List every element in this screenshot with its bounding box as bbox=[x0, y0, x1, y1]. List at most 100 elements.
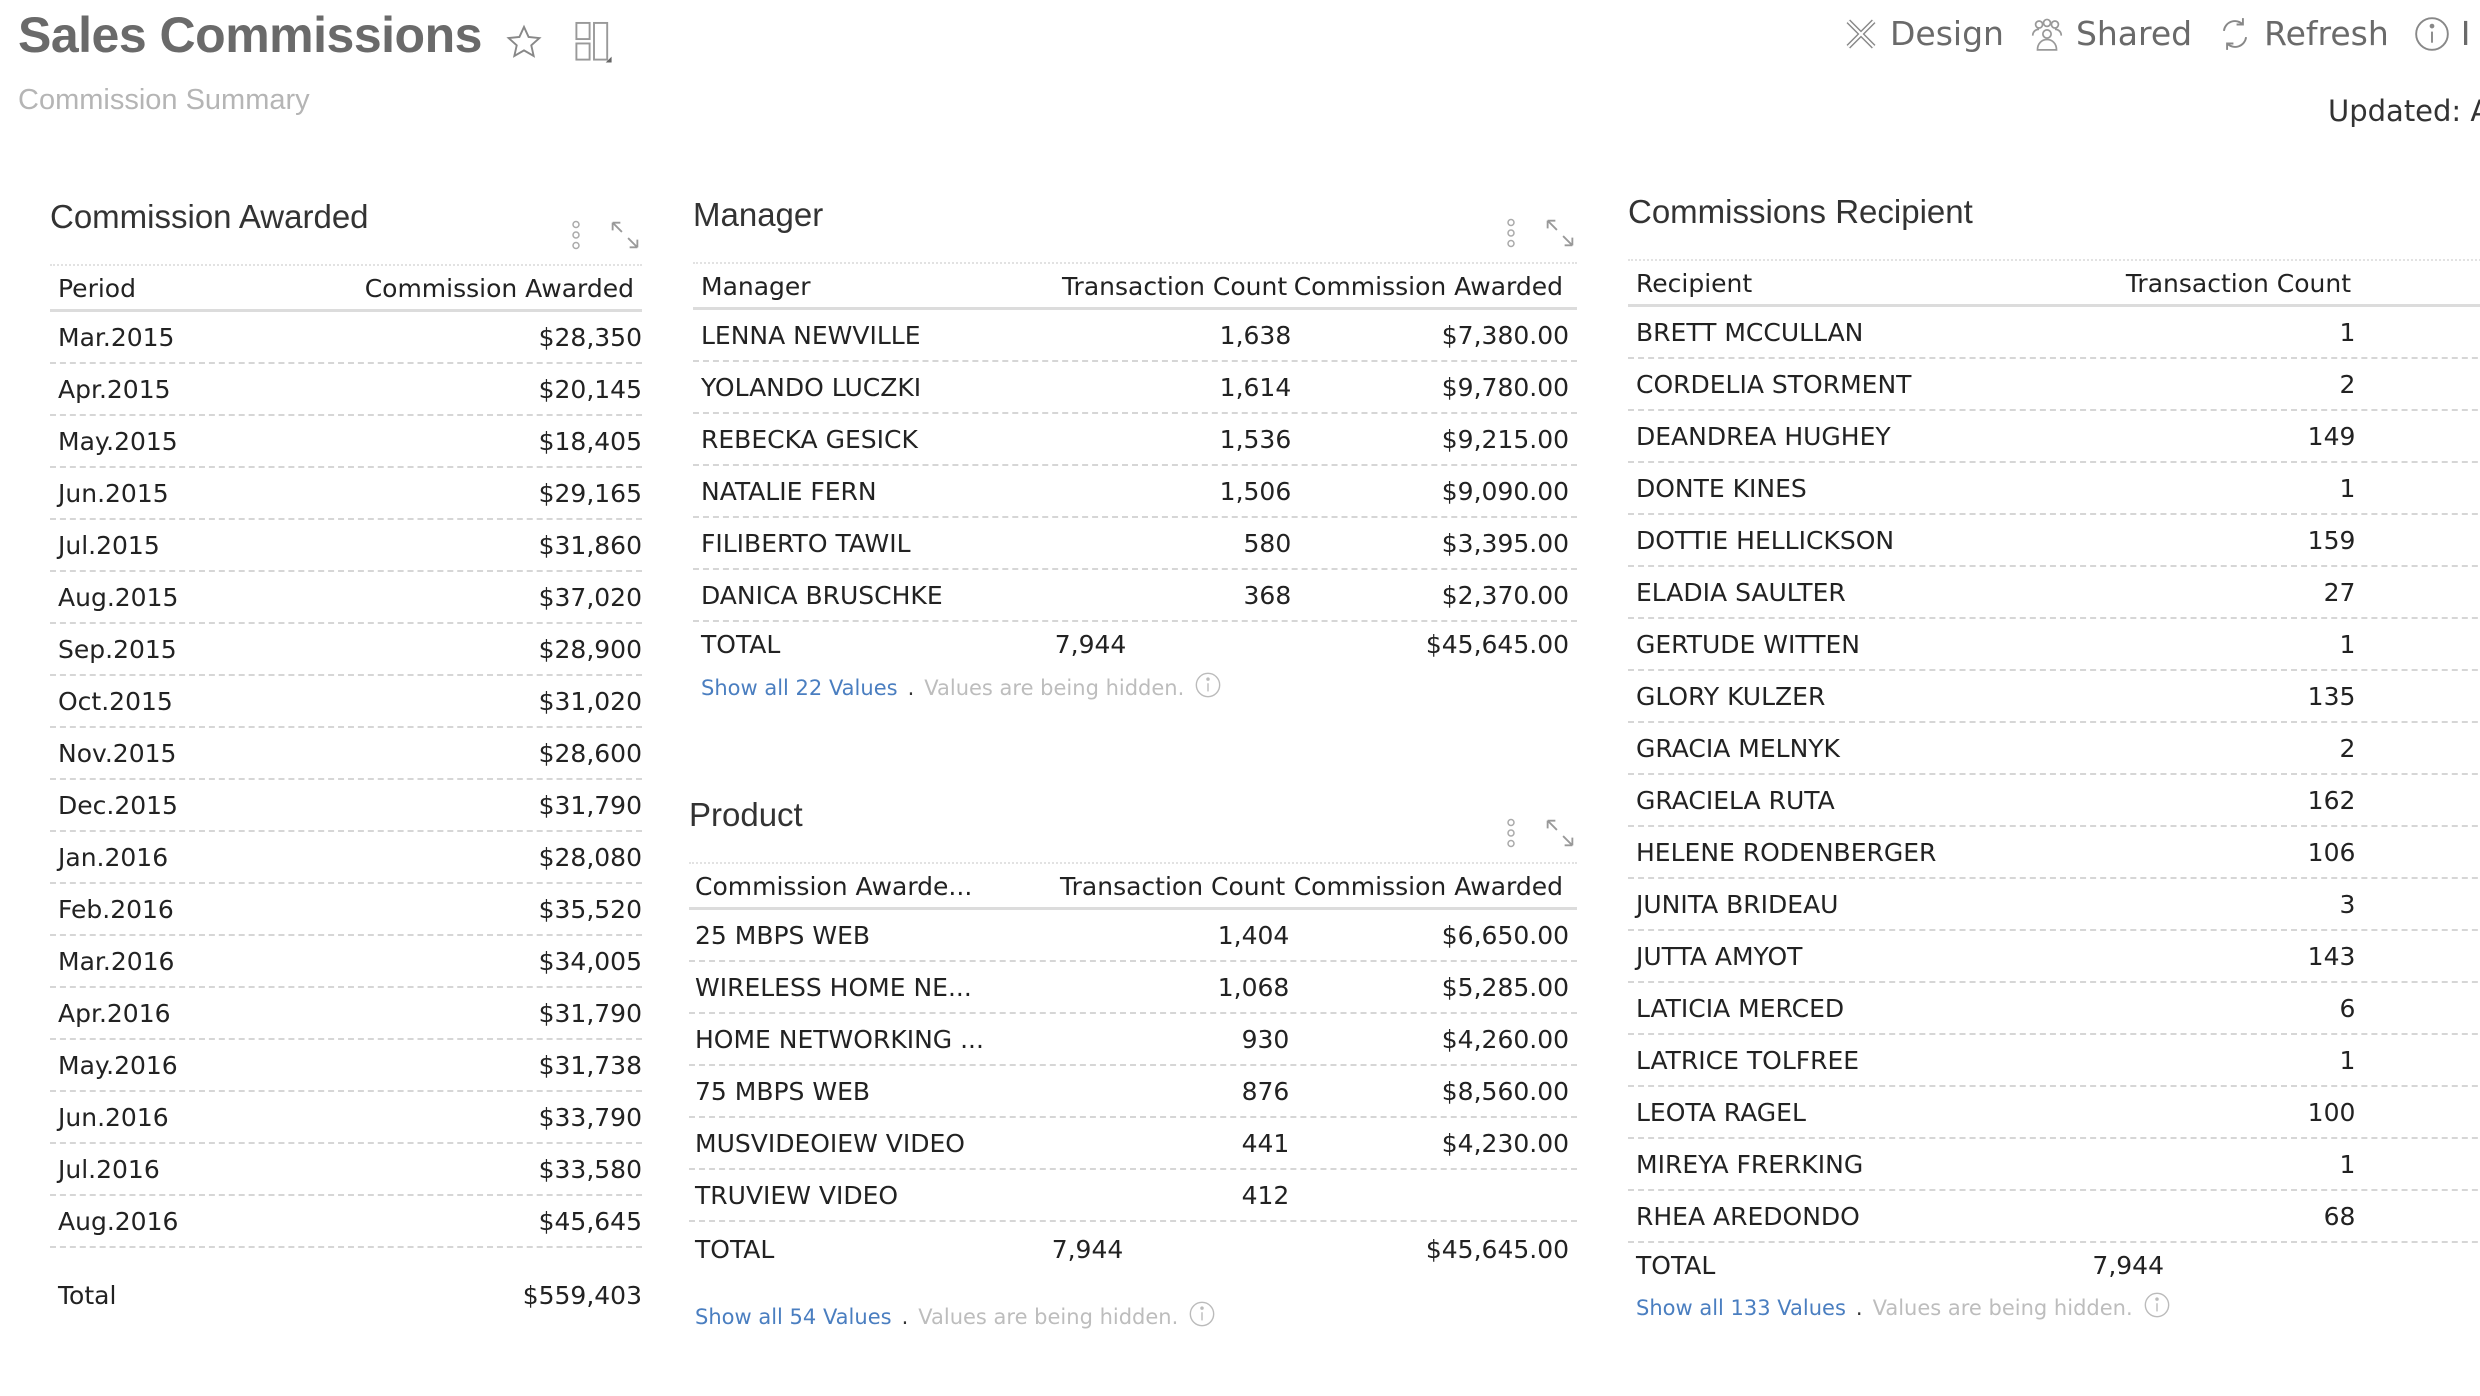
table-row[interactable]: Nov.2015 $28,600 bbox=[50, 728, 642, 780]
expand-icon[interactable] bbox=[1543, 816, 1577, 854]
total-row: TOTAL 7,944 $45,645.00 bbox=[689, 1227, 1577, 1271]
recipient-name-cell: DEANDREA HUGHEY bbox=[1636, 421, 1891, 451]
panel-menu-icon[interactable] bbox=[1505, 816, 1517, 854]
table-row[interactable]: LATRICE TOLFREE 1 bbox=[1628, 1035, 2480, 1087]
manager-name-cell: NATALIE FERN bbox=[701, 476, 877, 506]
transaction-count-cell: 68 bbox=[2323, 1201, 2356, 1231]
panel-menu-icon[interactable] bbox=[570, 218, 582, 256]
table-row[interactable]: GERTUDE WITTEN 1 bbox=[1628, 619, 2480, 671]
table-row[interactable]: 75 MBPS WEB 876 $8,560.00 bbox=[689, 1066, 1577, 1118]
table-row[interactable]: YOLANDO LUCZKI 1,614 $9,780.00 bbox=[693, 362, 1577, 414]
favorite-star-icon[interactable] bbox=[505, 23, 543, 61]
table-row[interactable]: NATALIE FERN 1,506 $9,090.00 bbox=[693, 466, 1577, 518]
table-row[interactable]: Jun.2015 $29,165 bbox=[50, 468, 642, 520]
period-cell: May.2015 bbox=[58, 426, 178, 456]
table-row[interactable]: GRACIELA RUTA 162 bbox=[1628, 775, 2480, 827]
transaction-count-cell: 368 bbox=[1243, 580, 1292, 610]
table-row[interactable]: RHEA AREDONDO 68 bbox=[1628, 1191, 2480, 1243]
commission-cell: $31,020 bbox=[538, 686, 642, 716]
info-button[interactable]: I bbox=[2413, 14, 2470, 53]
table-row[interactable]: Dec.2015 $31,790 bbox=[50, 780, 642, 832]
expand-icon[interactable] bbox=[608, 218, 642, 256]
commission-cell: $4,230.00 bbox=[1441, 1128, 1570, 1158]
commission-cell: $34,005 bbox=[538, 946, 642, 976]
table-row[interactable]: JUTTA AMYOT 143 bbox=[1628, 931, 2480, 983]
transaction-count-cell: 100 bbox=[2307, 1097, 2356, 1127]
table-row[interactable]: Jul.2015 $31,860 bbox=[50, 520, 642, 572]
design-button[interactable]: Design bbox=[1842, 14, 2004, 53]
table-row[interactable]: BRETT MCCULLAN 1 bbox=[1628, 307, 2480, 359]
table-row[interactable]: GRACIA MELNYK 2 bbox=[1628, 723, 2480, 775]
show-all-values-link[interactable]: Show all 133 Values bbox=[1636, 1296, 1846, 1320]
table-row[interactable]: LATICIA MERCED 6 bbox=[1628, 983, 2480, 1035]
panel-menu-icon[interactable] bbox=[1505, 216, 1517, 254]
show-all-values-link[interactable]: Show all 54 Values bbox=[695, 1305, 892, 1329]
dashboard-subtitle: Commission Summary bbox=[18, 84, 310, 116]
table-row[interactable]: Aug.2015 $37,020 bbox=[50, 572, 642, 624]
transaction-count-cell: 1,506 bbox=[1219, 476, 1292, 506]
table-row[interactable]: Mar.2016 $34,005 bbox=[50, 936, 642, 988]
table-row[interactable]: Jul.2016 $33,580 bbox=[50, 1144, 642, 1196]
column-header-product[interactable]: Commission Awarde... bbox=[689, 872, 1007, 901]
table-row[interactable]: LEOTA RAGEL 100 bbox=[1628, 1087, 2480, 1139]
product-name-cell: MUSVIDEOIEW VIDEO bbox=[695, 1128, 965, 1158]
table-row[interactable]: DANICA BRUSCHKE 368 $2,370.00 bbox=[693, 570, 1577, 622]
column-header-commission-awarded[interactable]: Commission Awarded bbox=[346, 274, 642, 303]
layout-toggle-icon[interactable] bbox=[573, 20, 615, 64]
table-row[interactable]: MIREYA FRERKING 1 bbox=[1628, 1139, 2480, 1191]
column-header-commission-awarded[interactable]: Commission Awarded bbox=[1287, 272, 1577, 301]
table-row[interactable]: WIRELESS HOME NE... 1,068 $5,285.00 bbox=[689, 962, 1577, 1014]
table-row[interactable]: REBECKA GESICK 1,536 $9,215.00 bbox=[693, 414, 1577, 466]
commission-cell: $9,215.00 bbox=[1441, 424, 1570, 454]
shared-button[interactable]: Shared bbox=[2028, 14, 2192, 53]
table-row[interactable]: JUNITA BRIDEAU 3 bbox=[1628, 879, 2480, 931]
table-row[interactable]: Jun.2016 $33,790 bbox=[50, 1092, 642, 1144]
column-header-transaction-count[interactable]: Transaction Count bbox=[2089, 269, 2351, 298]
design-pencil-ruler-icon bbox=[1842, 15, 1880, 53]
table-row[interactable]: 25 MBPS WEB 1,404 $6,650.00 bbox=[689, 910, 1577, 962]
column-header-recipient[interactable]: Recipient bbox=[1628, 269, 2089, 298]
info-icon[interactable] bbox=[1188, 1300, 1216, 1333]
table-row[interactable]: May.2016 $31,738 bbox=[50, 1040, 642, 1092]
refresh-button[interactable]: Refresh bbox=[2216, 14, 2389, 53]
table-row[interactable]: Oct.2015 $31,020 bbox=[50, 676, 642, 728]
column-header-manager[interactable]: Manager bbox=[693, 272, 1011, 301]
table-row[interactable]: Sep.2015 $28,900 bbox=[50, 624, 642, 676]
product-panel: Product Commission Awarde... Transaction… bbox=[689, 796, 1577, 1336]
table-row[interactable]: GLORY KULZER 135 bbox=[1628, 671, 2480, 723]
refresh-label: Refresh bbox=[2264, 14, 2389, 53]
column-header-transaction-count[interactable]: Transaction Count bbox=[1011, 272, 1287, 301]
transaction-count-cell: 149 bbox=[2307, 421, 2356, 451]
table-row[interactable]: MUSVIDEOIEW VIDEO 441 $4,230.00 bbox=[689, 1118, 1577, 1170]
product-name-cell: WIRELESS HOME NE... bbox=[695, 972, 972, 1002]
period-cell: Oct.2015 bbox=[58, 686, 173, 716]
table-header: Commission Awarde... Transaction Count C… bbox=[689, 864, 1577, 910]
table-row[interactable]: DONTE KINES 1 bbox=[1628, 463, 2480, 515]
panel-title: Commission Awarded bbox=[50, 198, 369, 235]
column-header-period[interactable]: Period bbox=[50, 274, 346, 303]
table-row[interactable]: Aug.2016 $45,645 bbox=[50, 1196, 642, 1248]
table-row[interactable]: Apr.2015 $20,145 bbox=[50, 364, 642, 416]
table-row[interactable]: May.2015 $18,405 bbox=[50, 416, 642, 468]
transaction-count-cell: 143 bbox=[2307, 941, 2356, 971]
product-name-cell: 25 MBPS WEB bbox=[695, 920, 871, 950]
info-icon[interactable] bbox=[2143, 1291, 2171, 1324]
table-row[interactable]: Feb.2016 $35,520 bbox=[50, 884, 642, 936]
table-row[interactable]: DOTTIE HELLICKSON 159 bbox=[1628, 515, 2480, 567]
table-row[interactable]: HOME NETWORKING ... 930 $4,260.00 bbox=[689, 1014, 1577, 1066]
info-icon[interactable] bbox=[1194, 671, 1222, 704]
show-all-values-link[interactable]: Show all 22 Values bbox=[701, 676, 898, 700]
expand-icon[interactable] bbox=[1543, 216, 1577, 254]
table-row[interactable]: Jan.2016 $28,080 bbox=[50, 832, 642, 884]
table-row[interactable]: HELENE RODENBERGER 106 bbox=[1628, 827, 2480, 879]
column-header-commission-awarded[interactable]: Commission Awarded bbox=[1285, 872, 1577, 901]
table-row[interactable]: Apr.2016 $31,790 bbox=[50, 988, 642, 1040]
table-row[interactable]: DEANDREA HUGHEY 149 bbox=[1628, 411, 2480, 463]
table-row[interactable]: Mar.2015 $28,350 bbox=[50, 312, 642, 364]
table-row[interactable]: CORDELIA STORMENT 2 bbox=[1628, 359, 2480, 411]
column-header-transaction-count[interactable]: Transaction Count bbox=[1007, 872, 1285, 901]
table-row[interactable]: ELADIA SAULTER 27 bbox=[1628, 567, 2480, 619]
table-row[interactable]: TRUVIEW VIDEO 412 bbox=[689, 1170, 1577, 1222]
table-row[interactable]: FILIBERTO TAWIL 580 $3,395.00 bbox=[693, 518, 1577, 570]
table-row[interactable]: LENNA NEWVILLE 1,638 $7,380.00 bbox=[693, 310, 1577, 362]
